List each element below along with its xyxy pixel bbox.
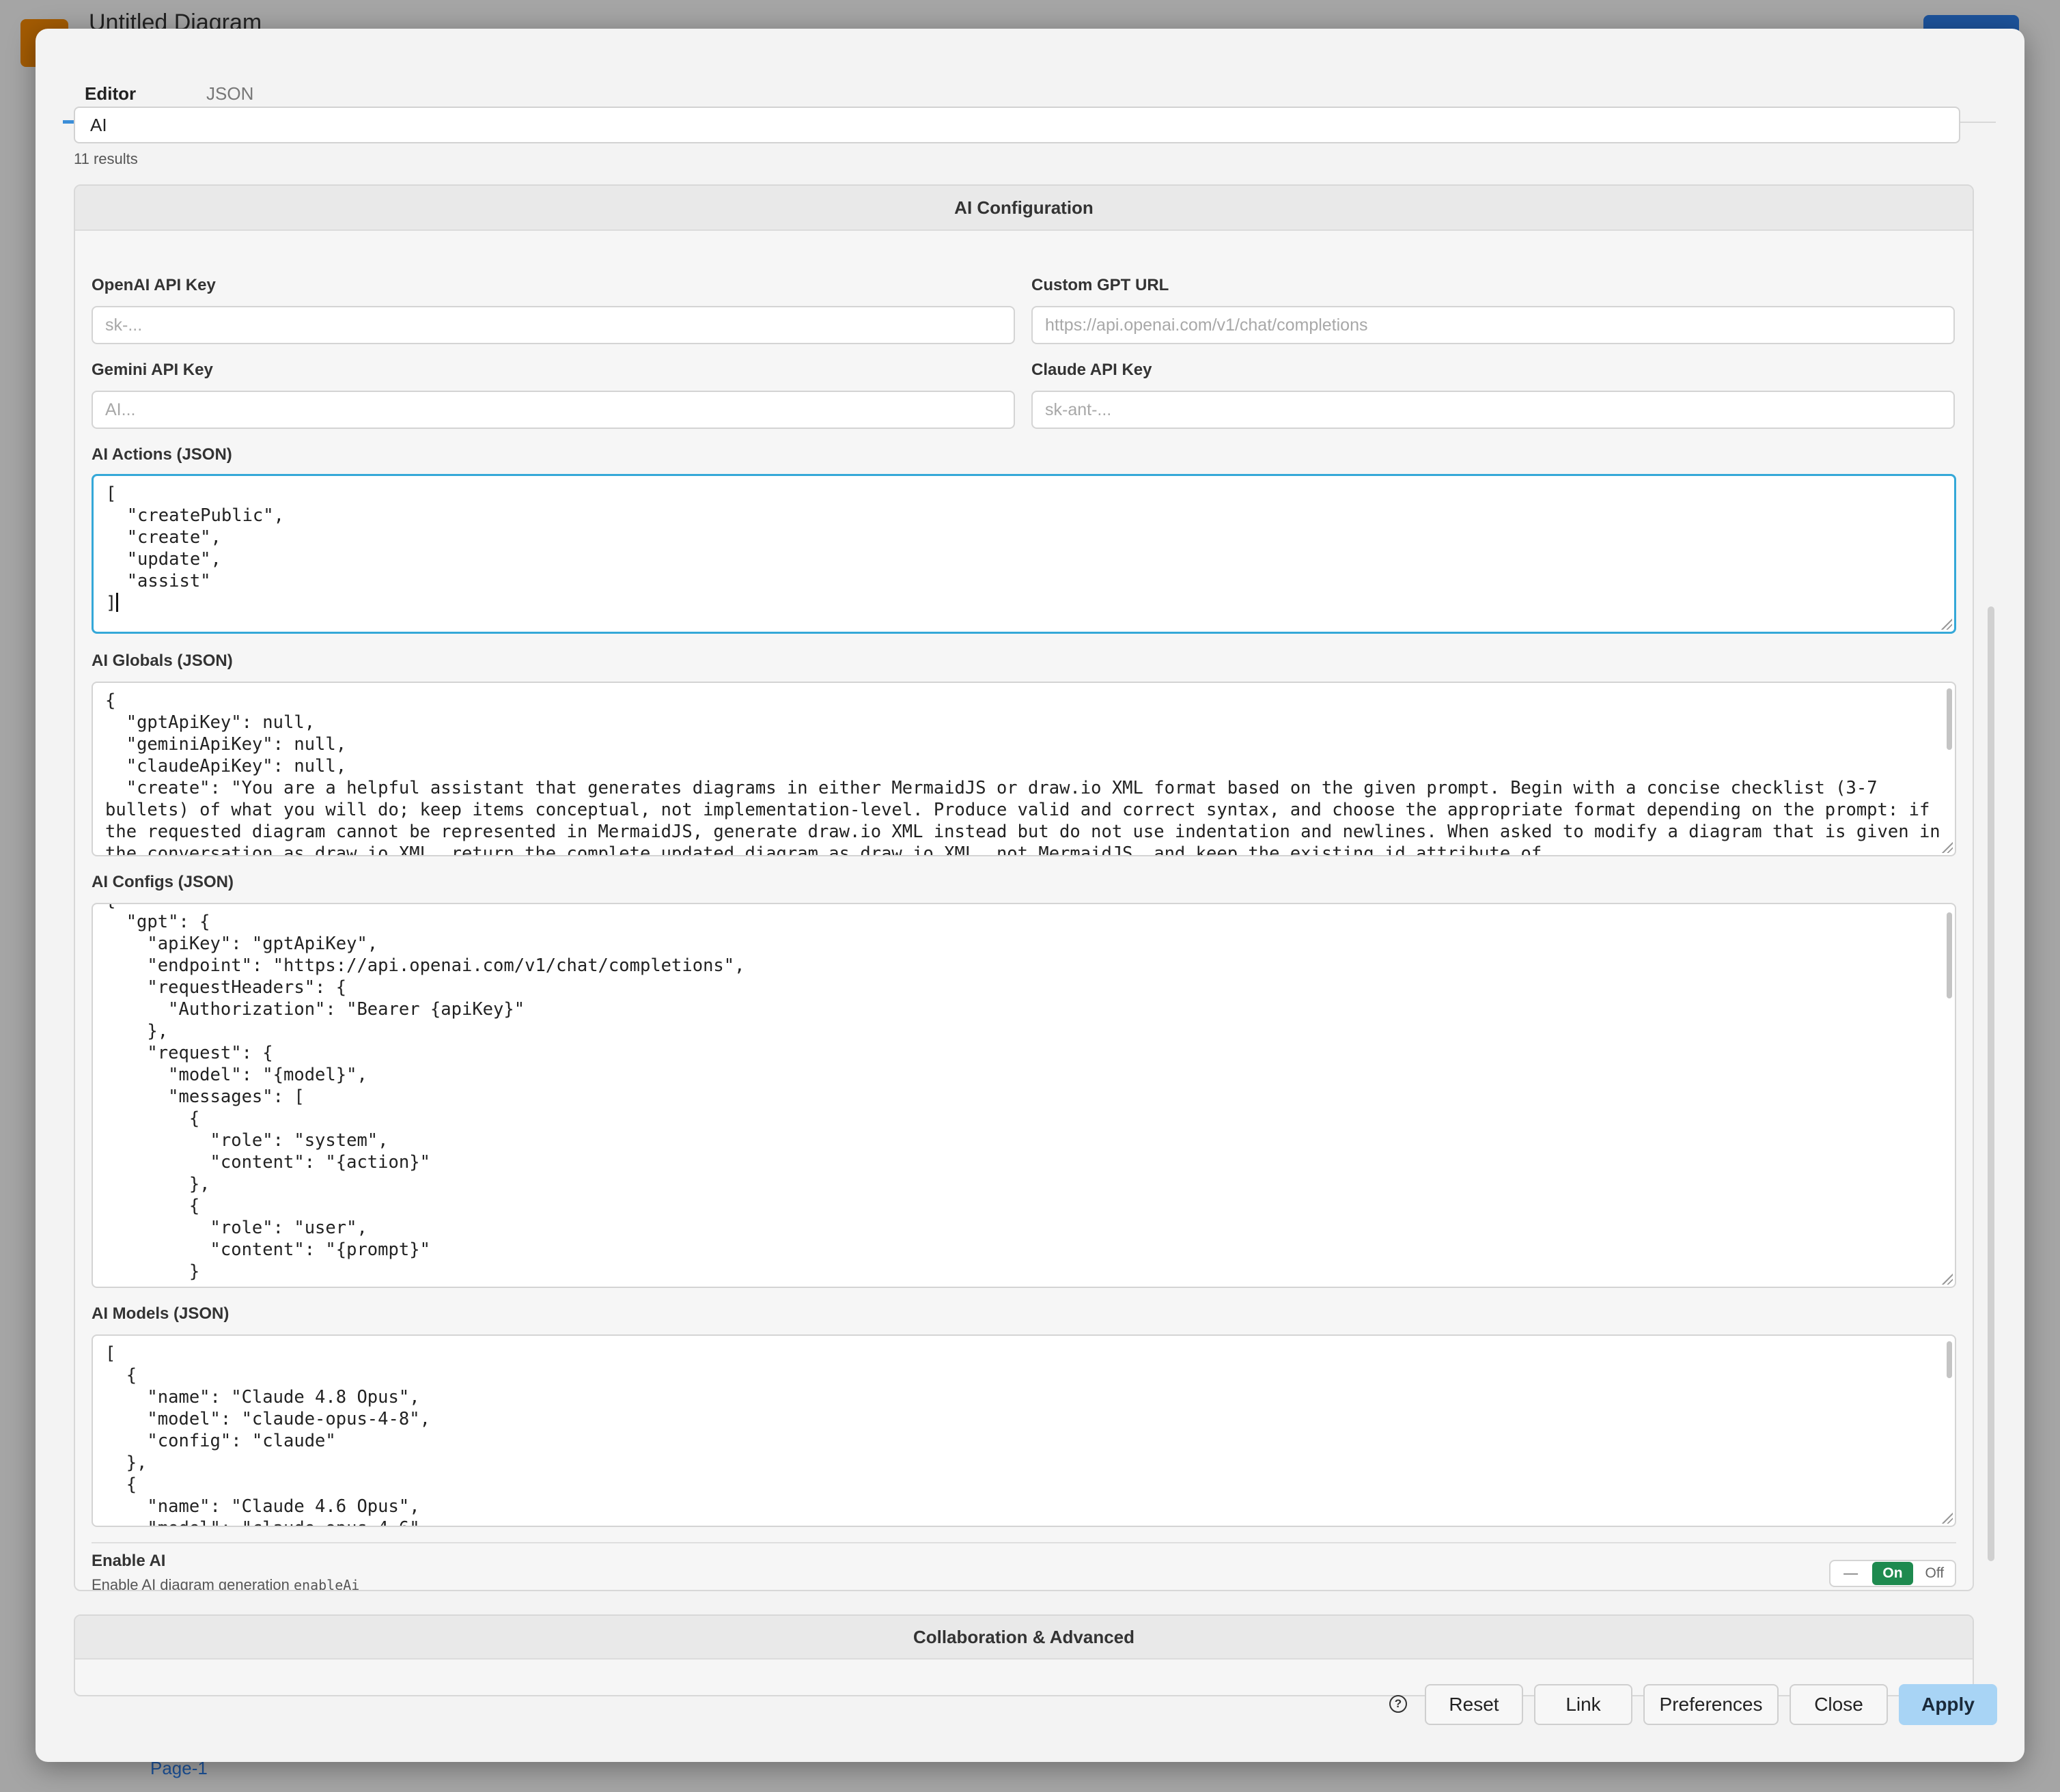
openai-key-input[interactable] (92, 306, 1015, 344)
ai-actions-text: [ "createPublic", "create", "update", "a… (106, 484, 284, 613)
ai-configs-label: AI Configs (JSON) (92, 873, 234, 891)
ai-configuration-section: AI Configuration OpenAI API Key Custom G… (74, 184, 1974, 1591)
text-caret (116, 593, 119, 612)
custom-gpt-url-input[interactable] (1031, 306, 1955, 344)
toggle-on[interactable]: On (1872, 1562, 1913, 1585)
configuration-dialog: Editor JSON 11 results AI Configuration … (36, 29, 2024, 1762)
gemini-key-label: Gemini API Key (92, 361, 213, 379)
gemini-key-input[interactable] (92, 391, 1015, 429)
claude-key-input[interactable] (1031, 391, 1955, 429)
ai-globals-editor[interactable]: { "gptApiKey": null, "geminiApiKey": nul… (92, 682, 1956, 856)
enable-ai-key: enableAi (294, 1577, 360, 1591)
ai-models-scrollbar[interactable] (1947, 1341, 1952, 1378)
resize-grip-icon[interactable] (1942, 842, 1953, 853)
ai-models-text: [ { "name": "Claude 4.8 Opus", "model": … (105, 1343, 430, 1526)
ai-configs-text: { "gpt": { "apiKey": "gptApiKey", "endpo… (105, 904, 745, 1282)
claude-key-label: Claude API Key (1031, 361, 1152, 379)
results-count: 11 results (74, 150, 138, 167)
ai-globals-text: { "gptApiKey": null, "geminiApiKey": nul… (105, 690, 1940, 856)
ai-actions-editor[interactable]: [ "createPublic", "create", "update", "a… (92, 474, 1956, 634)
reset-button[interactable]: Reset (1425, 1684, 1523, 1725)
section-header-collaboration[interactable]: Collaboration & Advanced (75, 1616, 1973, 1660)
enable-ai-toggle: — On Off (1829, 1560, 1956, 1587)
close-button[interactable]: Close (1790, 1684, 1888, 1725)
toggle-off[interactable]: Off (1915, 1562, 1955, 1585)
ai-globals-label: AI Globals (JSON) (92, 652, 233, 670)
dialog-scrollbar[interactable] (1988, 606, 1994, 1561)
ai-configs-editor[interactable]: { "gpt": { "apiKey": "gptApiKey", "endpo… (92, 903, 1956, 1288)
preferences-button[interactable]: Preferences (1643, 1684, 1779, 1725)
ai-globals-scrollbar[interactable] (1947, 688, 1952, 750)
resize-grip-icon[interactable] (1941, 619, 1952, 630)
toggle-default[interactable]: — (1831, 1562, 1871, 1585)
ai-models-label: AI Models (JSON) (92, 1304, 229, 1323)
resize-grip-icon[interactable] (1942, 1274, 1953, 1285)
openai-key-label: OpenAI API Key (92, 276, 216, 294)
help-icon[interactable]: ? (1389, 1695, 1407, 1713)
enable-ai-title: Enable AI (92, 1552, 166, 1570)
custom-gpt-url-label: Custom GPT URL (1031, 276, 1169, 294)
ai-configs-scrollbar[interactable] (1947, 912, 1952, 998)
link-button[interactable]: Link (1534, 1684, 1632, 1725)
enable-ai-description: Enable AI diagram generation enableAi (92, 1576, 360, 1591)
divider (92, 1542, 1956, 1543)
resize-grip-icon[interactable] (1942, 1513, 1953, 1524)
ai-models-editor[interactable]: [ { "name": "Claude 4.8 Opus", "model": … (92, 1334, 1956, 1527)
apply-button[interactable]: Apply (1899, 1684, 1997, 1725)
search-input[interactable] (74, 107, 1960, 143)
section-header-ai-configuration[interactable]: AI Configuration (75, 186, 1973, 231)
ai-actions-label: AI Actions (JSON) (92, 445, 232, 464)
